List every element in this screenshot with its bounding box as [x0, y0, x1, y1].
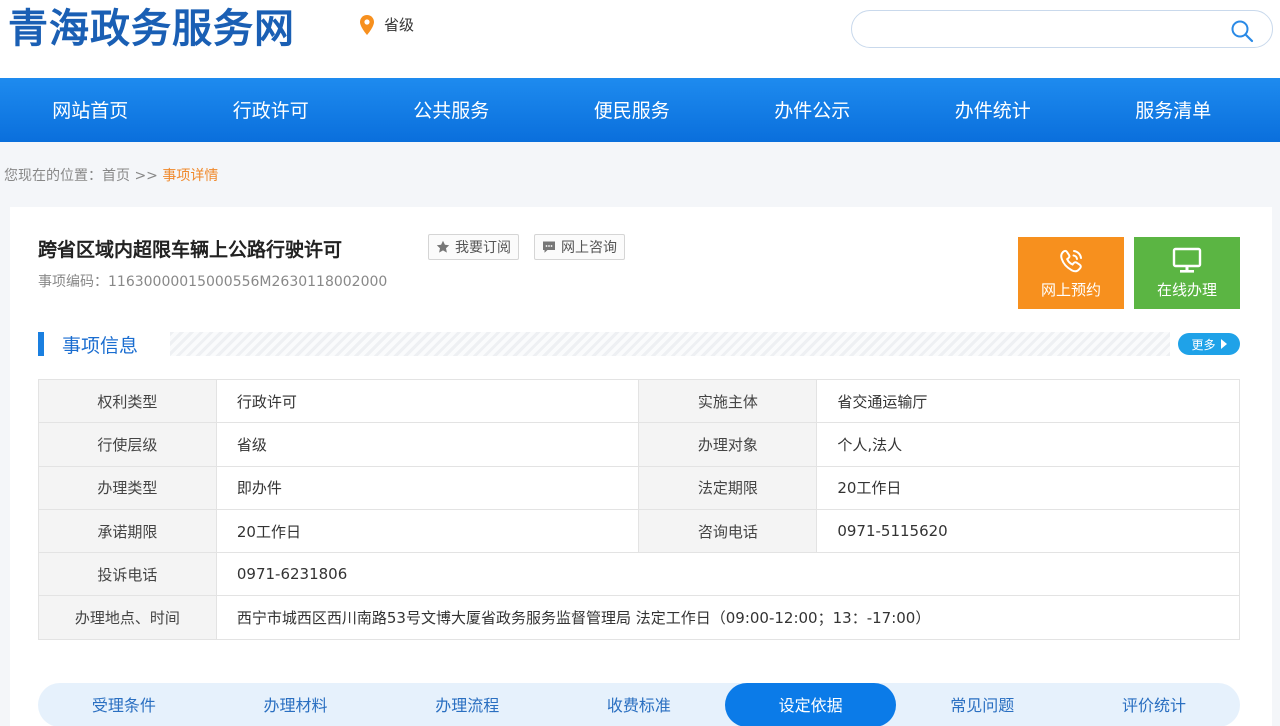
online-handling-button[interactable]: 在线办理 [1134, 237, 1240, 309]
table-value: 西宁市城西区西川南路53号文博大厦省政务服务监督管理局 法定工作日（09:00-… [215, 595, 1241, 640]
search-icon[interactable] [1230, 19, 1254, 43]
tab-legal-basis[interactable]: 设定依据 [724, 683, 897, 726]
breadcrumb: 您现在的位置：首页 >> 事项详情 [4, 165, 218, 185]
site-logo[interactable]: 青海政务服务网 [8, 6, 295, 52]
table-value: 即办件 [215, 465, 640, 510]
table-value: 个人,法人 [816, 422, 1240, 467]
table-value: 20工作日 [215, 508, 640, 554]
table-row: 办理类型 即办件 法定期限 20工作日 [38, 465, 1240, 510]
chat-icon [543, 241, 555, 253]
breadcrumb-current: 事项详情 [162, 168, 219, 184]
item-title: 跨省区域内超限车辆上公路行驶许可 [38, 239, 343, 261]
table-label: 行使层级 [38, 422, 217, 467]
nav-item-convenience-service[interactable]: 便民服务 [542, 78, 723, 142]
search-input[interactable] [868, 19, 1208, 41]
table-row: 办理地点、时间 西宁市城西区西川南路53号文博大厦省政务服务监督管理局 法定工作… [38, 595, 1241, 640]
item-code: 事项编码：11630000015000556M2630118002000 [38, 274, 388, 290]
section-title: 事项信息 [62, 335, 139, 357]
nav-item-admin-license[interactable]: 行政许可 [181, 78, 362, 142]
table-row: 行使层级 省级 办理对象 个人,法人 [38, 422, 1240, 467]
tab-acceptance-conditions[interactable]: 受理条件 [38, 683, 210, 726]
search-box [851, 10, 1273, 48]
online-handling-label: 在线办理 [1156, 281, 1217, 299]
main-nav: 网站首页 行政许可 公共服务 便民服务 办件公示 办件统计 服务清单 [0, 78, 1280, 142]
table-value: 0971-6231806 [215, 552, 1241, 597]
tab-materials[interactable]: 办理材料 [210, 683, 382, 726]
table-label: 承诺期限 [38, 508, 217, 554]
section-header: 事项信息 更多 [38, 329, 1240, 359]
table-label: 办理地点、时间 [38, 595, 217, 640]
table-value: 省交通运输厅 [816, 378, 1240, 424]
subscribe-button[interactable]: 我要订阅 [428, 234, 519, 260]
table-value: 20工作日 [816, 465, 1240, 510]
table-label: 法定期限 [638, 465, 818, 510]
table-value: 省级 [215, 422, 640, 467]
more-label: 更多 [1191, 337, 1216, 352]
breadcrumb-prefix: 您现在的位置： [4, 168, 102, 184]
table-row: 承诺期限 20工作日 咨询电话 0971-5115620 [38, 508, 1240, 554]
nav-item-service-list[interactable]: 服务清单 [1083, 78, 1264, 142]
table-label: 投诉电话 [38, 552, 217, 597]
breadcrumb-home-link[interactable]: 首页 [102, 168, 130, 184]
tab-evaluation-stats[interactable]: 评价统计 [1068, 683, 1240, 726]
table-label: 权利类型 [38, 378, 217, 424]
consult-label: 网上咨询 [561, 240, 617, 256]
table-label: 咨询电话 [638, 508, 818, 554]
table-row: 投诉电话 0971-6231806 [38, 552, 1241, 597]
online-appointment-button[interactable]: 网上预约 [1018, 237, 1124, 309]
location-pin-icon [360, 14, 374, 35]
table-row: 权利类型 行政许可 实施主体 省交通运输厅 [38, 378, 1240, 424]
tab-faq[interactable]: 常见问题 [896, 683, 1068, 726]
monitor-icon [1172, 247, 1202, 273]
nav-item-case-statistics[interactable]: 办件统计 [903, 78, 1084, 142]
table-label: 实施主体 [638, 378, 818, 424]
nav-item-public-service[interactable]: 公共服务 [361, 78, 542, 142]
more-button[interactable]: 更多 [1178, 333, 1240, 355]
table-value: 0971-5115620 [816, 508, 1240, 554]
table-label: 办理类型 [38, 465, 217, 510]
table-label: 办理对象 [638, 422, 818, 467]
tab-process[interactable]: 办理流程 [381, 683, 553, 726]
nav-item-home[interactable]: 网站首页 [0, 78, 181, 142]
consult-button[interactable]: 网上咨询 [534, 234, 625, 260]
item-info-table: 权利类型 行政许可 实施主体 省交通运输厅 行使层级 省级 办理对象 个人,法人… [38, 378, 1241, 640]
phone-icon [1060, 249, 1082, 273]
region-label: 省级 [384, 16, 415, 34]
arrow-right-icon [1220, 339, 1227, 349]
detail-tabs: 受理条件 办理材料 办理流程 收费标准 设定依据 常见问题 评价统计 [38, 683, 1240, 726]
nav-item-case-publicity[interactable]: 办件公示 [722, 78, 903, 142]
table-value: 行政许可 [215, 378, 640, 424]
item-detail-card: 跨省区域内超限车辆上公路行驶许可 事项编码：11630000015000556M… [10, 207, 1272, 726]
breadcrumb-separator: >> [130, 168, 163, 184]
online-appointment-label: 网上预约 [1040, 281, 1101, 299]
region-selector[interactable]: 省级 [360, 14, 414, 35]
site-header: 青海政务服务网 省级 [0, 0, 1280, 78]
section-divider-pattern [170, 332, 1170, 356]
tab-fees[interactable]: 收费标准 [553, 683, 725, 726]
star-icon [436, 240, 450, 253]
subscribe-label: 我要订阅 [455, 240, 511, 256]
section-marker [38, 332, 44, 356]
